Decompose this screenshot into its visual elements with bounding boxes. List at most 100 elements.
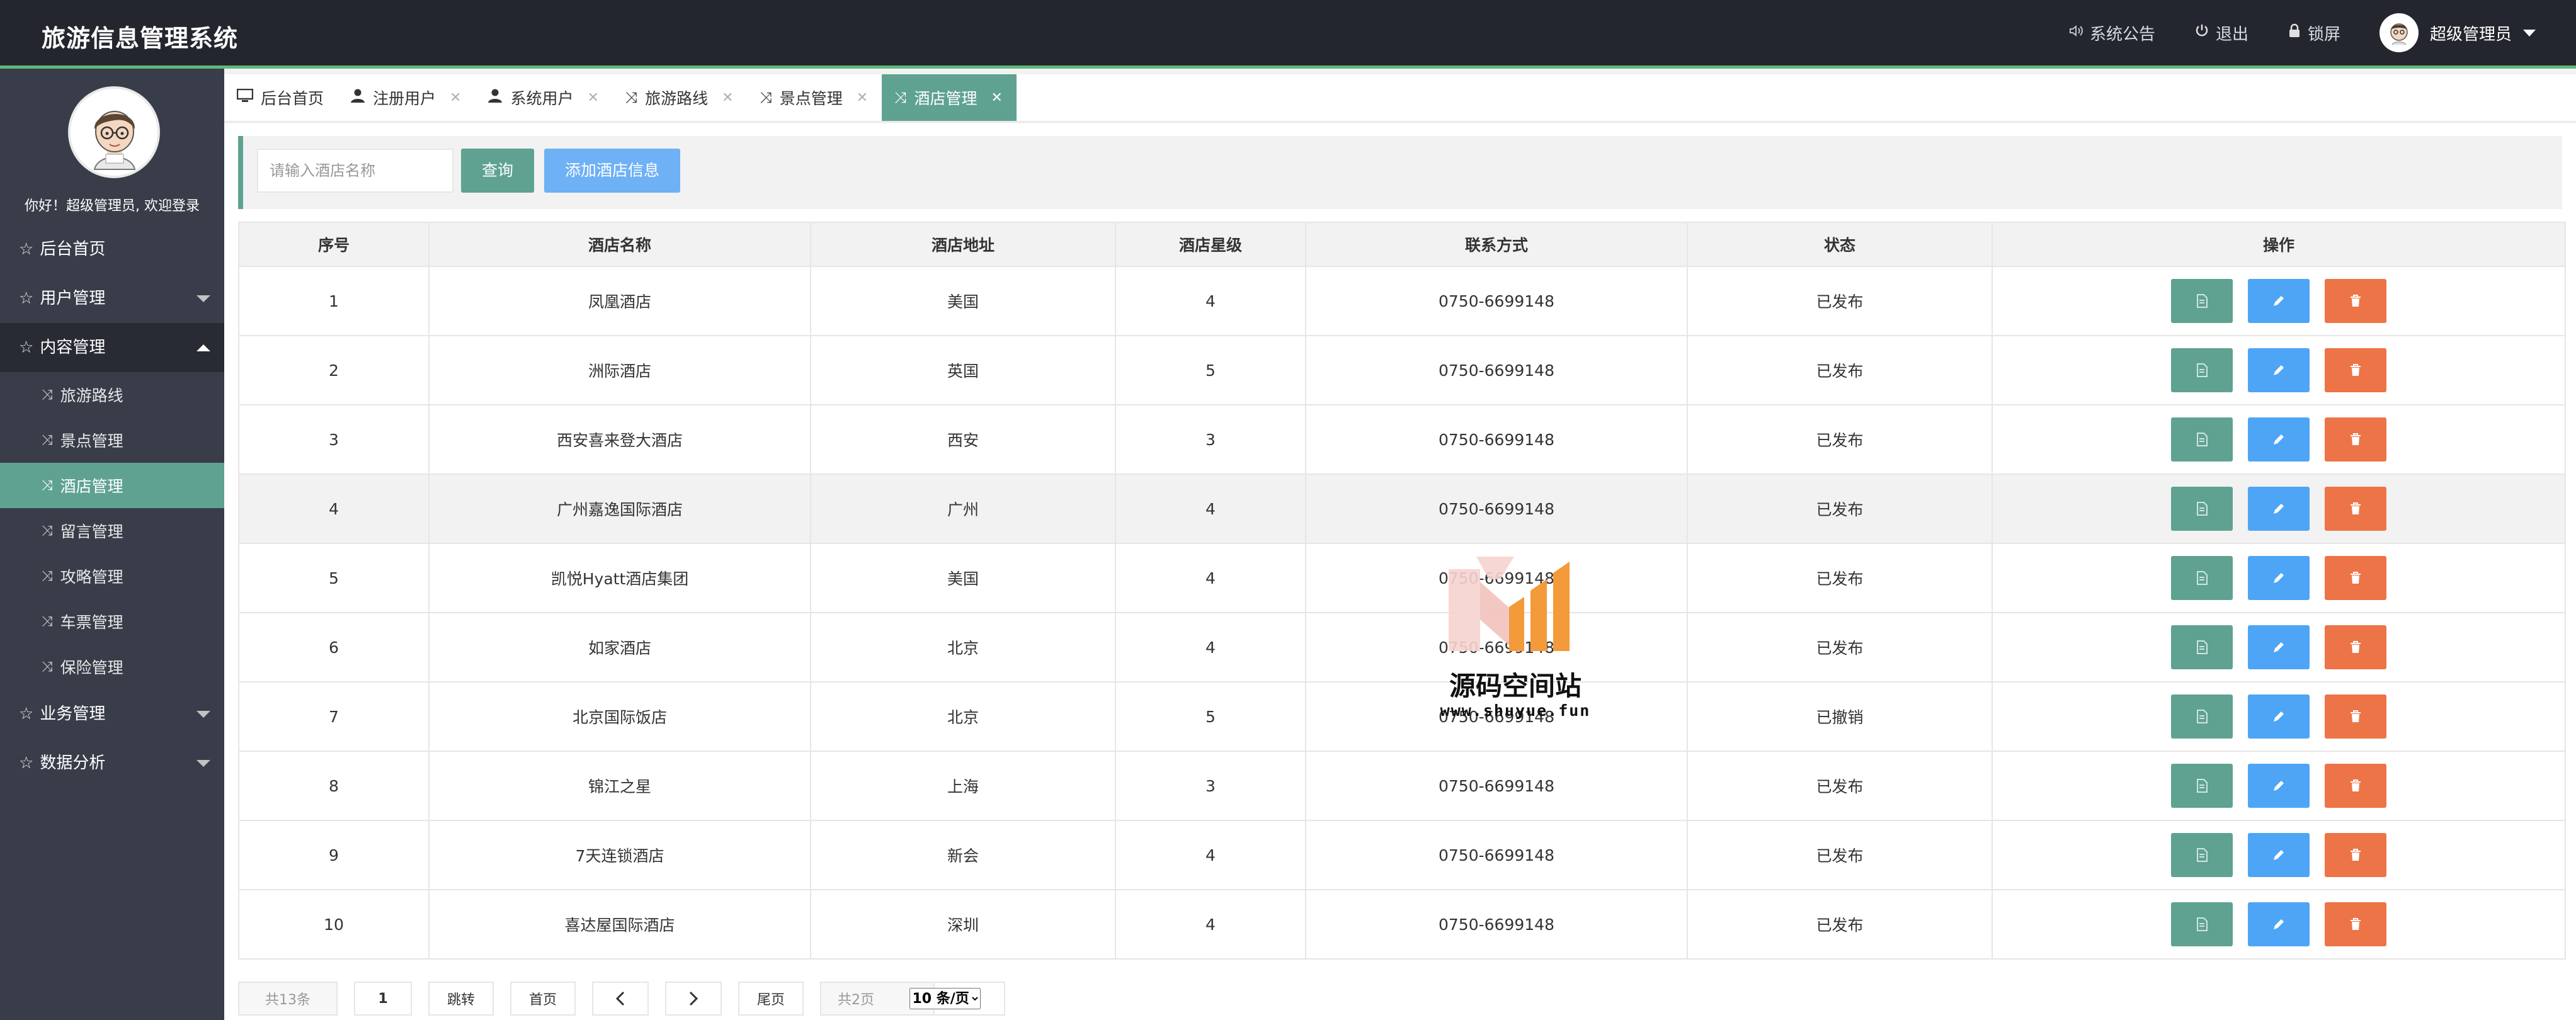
logout-label: 退出 [2215, 25, 2248, 44]
tab-registered-users[interactable]: 注册用户 ✕ [338, 74, 475, 121]
top-header: 旅游信息管理系统 系统公告 退出 锁屏 超级管理员 [0, 0, 2576, 69]
edit-button[interactable] [2248, 694, 2310, 739]
sidebar-item-label: 后台首页 [40, 240, 106, 259]
trash-icon [2351, 572, 2361, 584]
edit-button[interactable] [2248, 625, 2310, 669]
sidebar-item-business[interactable]: ☆ 业务管理 [0, 689, 224, 739]
last-page-button[interactable]: 尾页 [738, 982, 804, 1016]
pencil-icon [2274, 919, 2284, 929]
user-menu[interactable]: 超级管理员 [2379, 13, 2536, 52]
view-button[interactable] [2171, 694, 2233, 739]
cell-name: 洲际酒店 [428, 335, 811, 405]
cell-actions [1992, 543, 2566, 613]
cell-actions [1992, 820, 2566, 890]
page-size-select[interactable]: 10 条/页 [909, 988, 981, 1009]
close-icon[interactable]: ✕ [857, 90, 868, 106]
logout-link[interactable]: 退出 [2194, 21, 2248, 45]
announcement-link[interactable]: 系统公告 [2068, 21, 2155, 45]
lock-label: 锁屏 [2307, 25, 2340, 44]
cell-contact: 0750-6699148 [1305, 612, 1688, 683]
lock-screen-link[interactable]: 锁屏 [2288, 21, 2340, 45]
delete-button[interactable] [2325, 625, 2386, 669]
first-page-button[interactable]: 首页 [510, 982, 576, 1016]
view-button[interactable] [2171, 417, 2233, 462]
add-hotel-button[interactable]: 添加酒店信息 [544, 149, 680, 193]
view-button[interactable] [2171, 348, 2233, 392]
delete-button[interactable] [2325, 902, 2386, 946]
sidebar-subitem-label: 景点管理 [60, 432, 123, 450]
shuffle-icon: ⤨ [894, 89, 907, 106]
sidebar-subitem-guides[interactable]: ⤨ 攻略管理 [0, 553, 224, 599]
view-button[interactable] [2171, 833, 2233, 877]
trash-icon [2351, 433, 2361, 445]
edit-button[interactable] [2248, 833, 2310, 877]
cell-index: 7 [238, 681, 430, 752]
sidebar-subitem-routes[interactable]: ⤨ 旅游路线 [0, 372, 224, 417]
edit-button[interactable] [2248, 556, 2310, 600]
tab-home[interactable]: 后台首页 [224, 74, 338, 121]
cell-actions [1992, 751, 2566, 821]
sidebar-item-label: 业务管理 [40, 705, 106, 723]
delete-button[interactable] [2325, 764, 2386, 808]
close-icon[interactable]: ✕ [722, 90, 733, 106]
hotel-name-search-input[interactable] [257, 149, 453, 193]
delete-button[interactable] [2325, 279, 2386, 323]
document-icon [2197, 917, 2208, 931]
sidebar-subitem-hotels[interactable]: ⤨ 酒店管理 [0, 463, 224, 508]
view-button[interactable] [2171, 625, 2233, 669]
sidebar-subitem-tickets[interactable]: ⤨ 车票管理 [0, 599, 224, 644]
chevron-left-icon [615, 991, 625, 1006]
edit-button[interactable] [2248, 764, 2310, 808]
row-actions [1993, 279, 2565, 323]
sidebar-item-analytics[interactable]: ☆ 数据分析 [0, 739, 224, 788]
edit-button[interactable] [2248, 348, 2310, 392]
cell-stars: 4 [1115, 543, 1306, 613]
close-icon[interactable]: ✕ [991, 90, 1002, 106]
edit-button[interactable] [2248, 279, 2310, 323]
close-icon[interactable]: ✕ [450, 90, 461, 106]
sidebar-subitem-scenic[interactable]: ⤨ 景点管理 [0, 417, 224, 463]
delete-button[interactable] [2325, 487, 2386, 531]
table-row: 10 喜达屋国际酒店 深圳 4 0750-6699148 已发布 [238, 889, 2566, 960]
cell-contact: 0750-6699148 [1305, 543, 1688, 613]
edit-button[interactable] [2248, 902, 2310, 946]
cell-contact: 0750-6699148 [1305, 335, 1688, 405]
trash-icon [2351, 295, 2361, 307]
sidebar-item-users[interactable]: ☆ 用户管理 [0, 274, 224, 323]
sidebar-item-content[interactable]: ☆ 内容管理 [0, 323, 224, 372]
view-button[interactable] [2171, 764, 2233, 808]
view-button[interactable] [2171, 902, 2233, 946]
tab-system-users[interactable]: 系统用户 ✕ [475, 74, 612, 121]
query-button[interactable]: 查询 [461, 149, 534, 193]
jump-button[interactable]: 跳转 [428, 982, 494, 1016]
sidebar-subitem-messages[interactable]: ⤨ 留言管理 [0, 508, 224, 553]
trash-icon [2351, 364, 2361, 376]
tab-routes[interactable]: ⤨ 旅游路线 ✕ [613, 74, 748, 121]
next-page-button[interactable] [665, 982, 722, 1016]
prev-page-button[interactable] [592, 982, 649, 1016]
sidebar-subitem-insurance[interactable]: ⤨ 保险管理 [0, 644, 224, 689]
cell-address: 上海 [810, 751, 1116, 821]
delete-button[interactable] [2325, 694, 2386, 739]
view-button[interactable] [2171, 556, 2233, 600]
view-button[interactable] [2171, 279, 2233, 323]
tab-hotels[interactable]: ⤨ 酒店管理 ✕ [882, 74, 1017, 121]
sidebar-item-home[interactable]: ☆ 后台首页 [0, 225, 224, 274]
edit-button[interactable] [2248, 487, 2310, 531]
cell-status: 已发布 [1687, 889, 1993, 960]
cell-actions [1992, 612, 2566, 683]
tab-scenic[interactable]: ⤨ 景点管理 ✕ [748, 74, 882, 121]
chevron-down-icon [197, 295, 210, 302]
close-icon[interactable]: ✕ [587, 90, 598, 106]
sidebar-subitem-label: 酒店管理 [60, 477, 123, 496]
cell-index: 10 [238, 889, 430, 960]
shuffle-icon: ⤨ [42, 387, 53, 403]
delete-button[interactable] [2325, 833, 2386, 877]
delete-button[interactable] [2325, 348, 2386, 392]
delete-button[interactable] [2325, 556, 2386, 600]
cell-name: 凤凰酒店 [428, 266, 811, 336]
delete-button[interactable] [2325, 417, 2386, 462]
edit-button[interactable] [2248, 417, 2310, 462]
view-button[interactable] [2171, 487, 2233, 531]
page-number-input[interactable] [354, 982, 412, 1016]
